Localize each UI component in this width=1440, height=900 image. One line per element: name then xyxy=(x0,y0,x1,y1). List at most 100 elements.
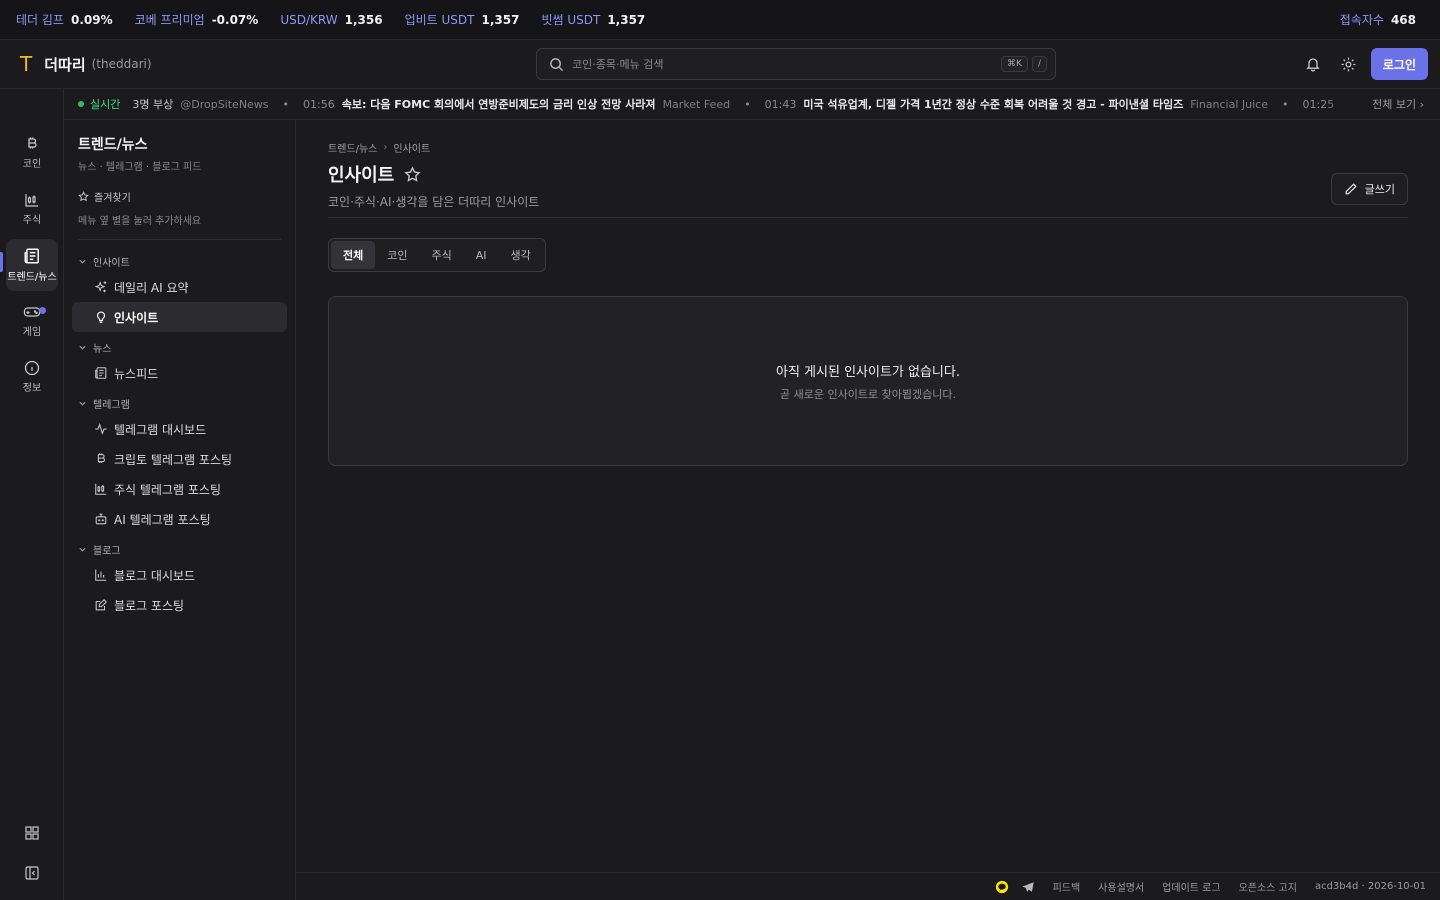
group-label: 블로그 xyxy=(93,545,121,557)
tab-thoughts[interactable]: 생각 xyxy=(499,241,543,269)
telegram-link[interactable] xyxy=(1021,880,1035,894)
apps-grid-button[interactable] xyxy=(18,819,46,847)
footer-manual-link[interactable]: 사용설명서 xyxy=(1098,879,1144,894)
ticker-label: 업비트 USDT xyxy=(404,13,475,27)
ticker-label: 빗썸 USDT xyxy=(541,13,601,27)
bell-icon xyxy=(1306,58,1320,72)
favorite-star-icon[interactable] xyxy=(404,165,421,183)
newspaper-icon xyxy=(24,248,39,264)
sidebar-item-insight[interactable]: 인사이트 xyxy=(72,302,287,332)
rail-item-trends[interactable]: 트렌드/뉴스 xyxy=(6,239,58,291)
bot-icon xyxy=(95,513,107,525)
ticker-value: 0.09% xyxy=(70,12,113,27)
logo[interactable]: T 더따리 (theddari) xyxy=(0,52,536,76)
sidebar-item-crypto-telegram[interactable]: 크립토 텔레그램 포스팅 xyxy=(72,444,287,474)
sidebar-item-blog-dashboard[interactable]: 블로그 대시보드 xyxy=(72,560,287,590)
news-separator: • xyxy=(282,97,290,111)
sidebar-item-daily-ai[interactable]: 데일리 AI 요약 xyxy=(72,272,287,302)
empty-state: 아직 게시된 인사이트가 없습니다. 곧 새로운 인사이트로 찾아뵙겠습니다. xyxy=(328,296,1408,466)
sidebar-item-ai-telegram[interactable]: AI 텔레그램 포스팅 xyxy=(72,504,287,534)
logo-mark: T xyxy=(20,52,33,76)
ticker-upbit-usdt: 업비트 USDT 1,357 xyxy=(405,11,520,28)
sidebar-item-label: AI 텔레그램 포스팅 xyxy=(114,512,211,527)
news-ticker-track: 3명 부상 @DropSiteNews • 01:56 속보: 다음 FOMC … xyxy=(132,96,1362,112)
primary-rail: 코인 주식 트렌드/뉴스 게임 정보 xyxy=(0,89,64,900)
footer: 피드백 사용설명서 업데이트 로그 오픈소스 고지 acd3b4d · 2026… xyxy=(296,872,1440,900)
news-title: 미국 석유업계, 디젤 가격 1년간 정상 수준 회복 어려울 것 경고 - 파… xyxy=(803,98,1184,111)
news-time: 01:25 xyxy=(1302,97,1335,111)
tab-coin[interactable]: 코인 xyxy=(375,241,419,269)
news-item[interactable]: 01:25 xyxy=(1303,98,1342,111)
live-indicator: 실시간 xyxy=(78,96,120,112)
kakao-link[interactable] xyxy=(995,880,1009,894)
sidebar-item-newsfeed[interactable]: 뉴스피드 xyxy=(72,358,287,388)
collapse-sidebar-button[interactable] xyxy=(18,859,46,887)
tab-all[interactable]: 전체 xyxy=(331,241,376,269)
footer-feedback-link[interactable]: 피드백 xyxy=(1053,879,1081,894)
footer-oss-link[interactable]: 오픈소스 고지 xyxy=(1239,879,1297,894)
tab-stock[interactable]: 주식 xyxy=(420,241,464,269)
rail-item-coin[interactable]: 코인 xyxy=(6,127,58,179)
sidebar-item-stock-telegram[interactable]: 주식 텔레그램 포스팅 xyxy=(72,474,287,504)
category-tabs: 전체 코인 주식 AI 생각 xyxy=(328,238,546,272)
info-icon xyxy=(24,360,40,376)
ticker-kimchi-premium: 테더 김프 0.09% xyxy=(16,11,113,28)
footer-changelog-link[interactable]: 업데이트 로그 xyxy=(1162,879,1220,894)
search-box[interactable]: ⌘K / xyxy=(536,48,1056,80)
write-post-button[interactable]: 글쓰기 xyxy=(1330,173,1408,205)
app-header: T 더따리 (theddari) ⌘K / 로그인 xyxy=(0,40,1440,89)
bar-chart-icon xyxy=(95,569,107,581)
edit-document-icon xyxy=(95,599,107,611)
group-news[interactable]: 뉴스 xyxy=(78,336,281,358)
news-source: Market Feed xyxy=(662,97,731,111)
star-icon xyxy=(78,191,89,202)
sidebar-item-blog-posting[interactable]: 블로그 포스팅 xyxy=(72,590,287,620)
rail-label: 정보 xyxy=(22,383,42,394)
login-button[interactable]: 로그인 xyxy=(1370,48,1428,80)
ticker-coinbase-premium: 코베 프리미엄 -0.07% xyxy=(135,11,259,28)
empty-state-title: 아직 게시된 인사이트가 없습니다. xyxy=(776,364,960,380)
news-item[interactable]: 3명 부상 @DropSiteNews xyxy=(132,96,268,112)
ticker-label: 테더 김프 xyxy=(16,13,64,27)
group-label: 인사이트 xyxy=(93,257,130,269)
live-dot xyxy=(78,101,84,107)
news-item[interactable]: 01:43 미국 석유업계, 디젤 가격 1년간 정상 수준 회복 어려울 것 … xyxy=(765,96,1268,112)
market-ticker-bar: 테더 김프 0.09% 코베 프리미엄 -0.07% USD/KRW 1,356… xyxy=(0,0,1440,40)
sparkles-icon xyxy=(94,281,107,293)
app-name: 더따리 xyxy=(44,55,86,74)
lightbulb-icon xyxy=(96,311,106,323)
chevron-right-icon: › xyxy=(383,142,388,153)
breadcrumb-item[interactable]: 트렌드/뉴스 xyxy=(328,140,377,155)
rail-item-stock[interactable]: 주식 xyxy=(6,183,58,235)
group-telegram[interactable]: 텔레그램 xyxy=(78,392,281,414)
gear-icon xyxy=(1341,57,1356,71)
see-all-news-link[interactable]: 전체 보기 › xyxy=(1362,96,1440,112)
news-source: @DropSiteNews xyxy=(180,97,269,111)
settings-button[interactable] xyxy=(1335,50,1363,78)
sidebar-item-label: 텔레그램 대시보드 xyxy=(114,422,207,437)
notifications-button[interactable] xyxy=(1299,50,1327,78)
rail-label: 트렌드/뉴스 xyxy=(7,272,57,283)
group-blog[interactable]: 블로그 xyxy=(78,538,281,560)
footer-version: acd3b4d · 2026-10-01 xyxy=(1314,881,1426,892)
secondary-sidebar: 트렌드/뉴스 뉴스 · 텔레그램 · 블로그 피드 즐겨찾기 메뉴 옆 별을 눌… xyxy=(64,120,296,900)
tab-ai[interactable]: AI xyxy=(464,241,499,269)
favorites-heading: 즐겨찾기 xyxy=(78,189,281,204)
ticker-value: 1,356 xyxy=(344,12,383,27)
sidebar-item-label: 블로그 포스팅 xyxy=(114,598,185,613)
grid-icon xyxy=(25,826,39,840)
sidebar-item-label: 인사이트 xyxy=(114,310,159,325)
telegram-icon xyxy=(1021,881,1034,892)
rail-item-game[interactable]: 게임 xyxy=(6,295,58,347)
group-insight[interactable]: 인사이트 xyxy=(78,250,281,272)
sidebar-subtitle: 뉴스 · 텔레그램 · 블로그 피드 xyxy=(78,162,202,173)
news-item[interactable]: 01:56 속보: 다음 FOMC 회의에서 연방준비제도의 금리 인상 전망 … xyxy=(303,96,730,112)
sidebar-item-telegram-dashboard[interactable]: 텔레그램 대시보드 xyxy=(72,414,287,444)
search-input[interactable] xyxy=(572,57,998,71)
ticker-value: -0.07% xyxy=(211,12,259,27)
rail-item-info[interactable]: 정보 xyxy=(6,351,58,403)
bitcoin-icon xyxy=(97,453,105,463)
sidebar-title: 트렌드/뉴스 xyxy=(78,137,148,153)
sidebar-item-label: 데일리 AI 요약 xyxy=(114,280,189,295)
group-label: 텔레그램 xyxy=(93,399,130,411)
